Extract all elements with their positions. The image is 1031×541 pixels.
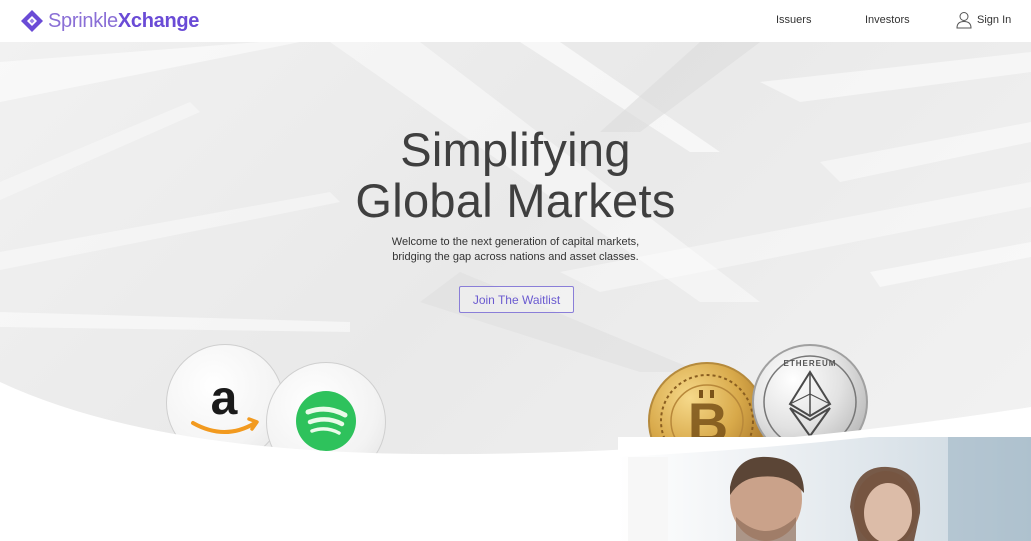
hero-section: Simplifying Global Markets Welcome to th…: [0, 42, 1031, 541]
brand-logo[interactable]: SprinkleXchange: [20, 8, 199, 34]
brand-name-light: Sprinkle: [48, 9, 118, 32]
sprinkle-logo-icon: [21, 10, 43, 32]
nav-signin-link[interactable]: Sign In: [956, 11, 1011, 29]
signin-label: Sign In: [977, 14, 1012, 26]
office-photo-illustration: [618, 437, 1031, 541]
site-header: SprinkleXchange Issuers Investors Sign I…: [0, 0, 1031, 42]
user-icon: [956, 12, 972, 29]
brand-name: SprinkleXchange: [48, 10, 199, 33]
nav-investors-link[interactable]: Investors: [865, 14, 910, 26]
people-at-office-photo: [618, 437, 1031, 541]
brand-name-bold: Xchange: [117, 9, 200, 32]
nav-issuers-link[interactable]: Issuers: [776, 14, 811, 26]
